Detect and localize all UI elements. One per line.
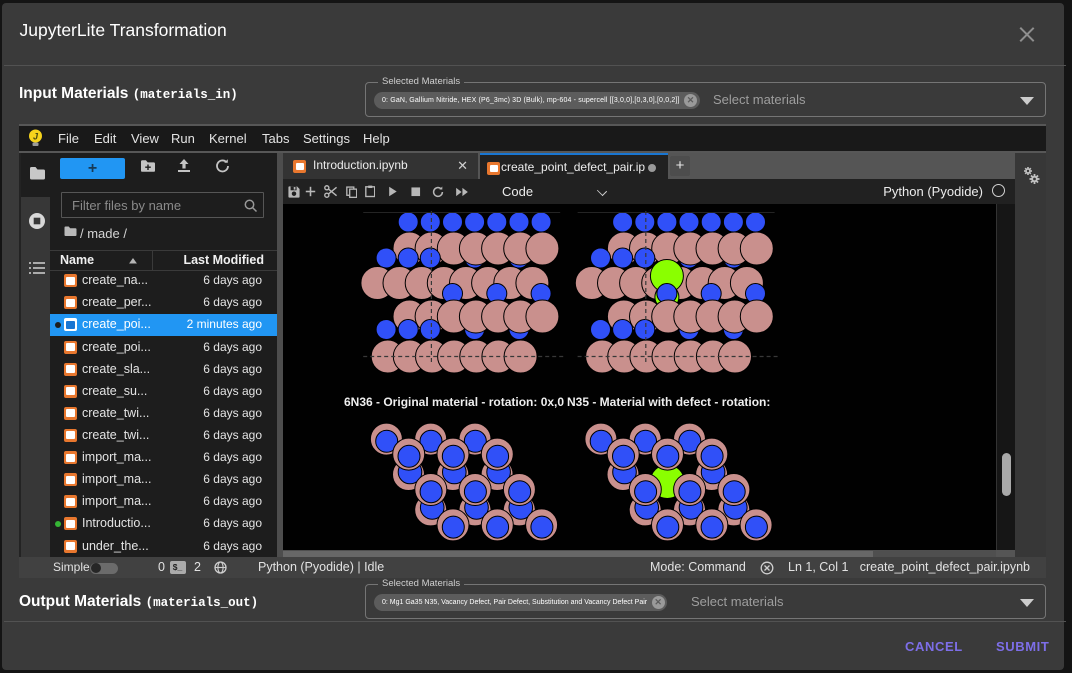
- svg-text:6N36 - Original material - rot: 6N36 - Original material - rotation: 0x,…: [344, 395, 564, 409]
- svg-text:N35 - Material with defect - r: N35 - Material with defect - rotation:: [567, 395, 770, 409]
